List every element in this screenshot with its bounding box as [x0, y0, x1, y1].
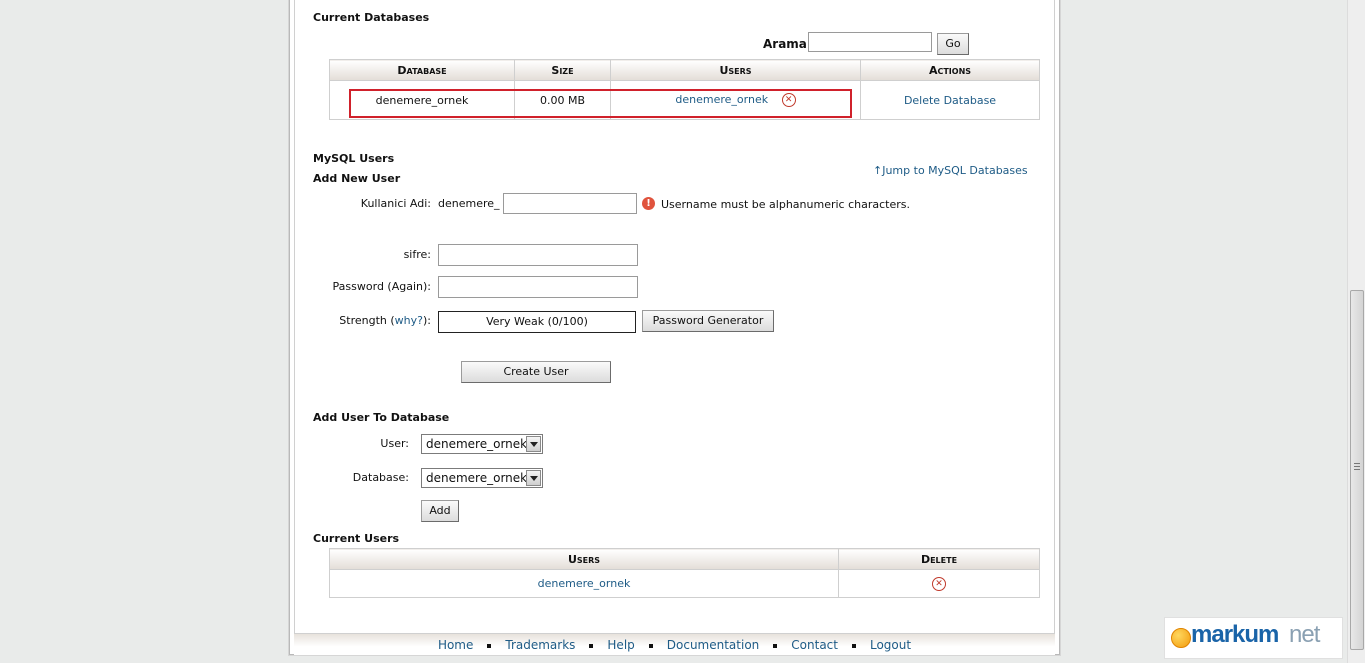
users-header-row: Users Delete — [329, 548, 1040, 570]
password-input[interactable] — [438, 244, 638, 266]
footer: Home Trademarks Help Documentation Contact Lo… — [294, 633, 1055, 655]
user-select-label: User: — [380, 437, 409, 450]
database-select-value: denemere_ornek — [426, 471, 528, 485]
password-label: sifre: — [403, 248, 431, 261]
username-label: Kullanici Adi: — [360, 197, 431, 210]
logo-text-net: net — [1289, 621, 1320, 648]
error-icon: ! — [642, 197, 655, 210]
footer-link-documentation[interactable]: Documentation — [667, 638, 760, 652]
mysql-users-heading: MySQL Users — [313, 152, 395, 165]
users-table: Users Delete denemere_ornek ✕ — [329, 548, 1040, 598]
footer-link-logout[interactable]: Logout — [870, 638, 911, 652]
footer-link-trademarks[interactable]: Trademarks — [505, 638, 575, 652]
jump-link-label: Jump to MySQL Databases — [882, 164, 1028, 177]
username-input[interactable] — [503, 193, 637, 214]
database-select-label: Database: — [352, 471, 409, 484]
content-area: Current Databases Arama Go Database Size… — [294, 0, 1055, 654]
strength-label: Strength (why?): — [311, 314, 431, 327]
search-input[interactable] — [808, 32, 932, 52]
username-error-text: Username must be alphanumeric characters… — [661, 198, 910, 211]
delete-cell: ✕ — [838, 569, 1040, 598]
dropdown-arrow-icon[interactable] — [526, 470, 541, 486]
column-header-actions: Actions — [860, 59, 1040, 81]
strength-label-post: ): — [423, 314, 431, 327]
separator — [851, 643, 856, 648]
user-select-value: denemere_ornek — [426, 437, 528, 451]
delete-user-icon[interactable]: ✕ — [932, 576, 946, 591]
footer-links: Home Trademarks Help Documentation Contact Lo… — [294, 638, 1055, 652]
footer-link-help[interactable]: Help — [607, 638, 634, 652]
footer-link-contact[interactable]: Contact — [791, 638, 838, 652]
search-label: Arama — [763, 37, 807, 51]
logo-text-markum: markum — [1191, 621, 1279, 648]
create-user-button[interactable]: Create User — [461, 361, 611, 383]
vertical-scrollbar[interactable] — [1347, 0, 1365, 663]
why-link[interactable]: why? — [395, 314, 423, 327]
current-databases-heading: Current Databases — [313, 11, 430, 24]
main-panel: Current Databases Arama Go Database Size… — [289, 0, 1060, 655]
dropdown-arrow-icon[interactable] — [526, 436, 541, 452]
markum-net-logo: markum net — [1164, 617, 1343, 659]
strength-label-pre: Strength ( — [339, 314, 395, 327]
add-user-to-db-heading: Add User To Database — [313, 411, 450, 424]
user-select[interactable]: denemere_ornek — [421, 434, 543, 454]
column-header-users: Users — [610, 59, 861, 81]
database-select[interactable]: denemere_ornek — [421, 468, 543, 488]
databases-header-row: Database Size Users Actions — [329, 59, 1040, 81]
actions-cell: Delete Database — [860, 80, 1040, 120]
username-prefix: denemere_ — [438, 197, 500, 210]
add-new-user-heading: Add New User — [313, 172, 401, 185]
globe-icon — [1171, 628, 1191, 648]
password-generator-button[interactable]: Password Generator — [642, 310, 774, 332]
separator — [648, 643, 653, 648]
separator — [773, 643, 778, 648]
delete-database-link[interactable]: Delete Database — [904, 94, 996, 107]
grip-line — [1354, 463, 1360, 464]
user-link[interactable]: denemere_ornek — [538, 577, 631, 590]
password-strength-meter: Very Weak (0/100) — [438, 311, 636, 333]
password-again-input[interactable] — [438, 276, 638, 298]
highlight-box — [349, 89, 852, 118]
add-button[interactable]: Add — [421, 500, 459, 522]
up-arrow-icon: ↑ — [873, 164, 883, 177]
password-again-label: Password (Again): — [332, 280, 431, 293]
column-header-delete: Delete — [838, 548, 1040, 570]
table-row: denemere_ornek ✕ — [329, 569, 1040, 598]
go-button[interactable]: Go — [937, 33, 969, 55]
separator — [487, 643, 492, 648]
jump-to-databases-link[interactable]: ↑Jump to MySQL Databases — [873, 164, 1028, 177]
column-header-users: Users — [329, 548, 839, 570]
scrollbar-thumb[interactable] — [1350, 290, 1364, 650]
separator — [589, 643, 594, 648]
current-users-heading: Current Users — [313, 532, 400, 545]
grip-line — [1354, 466, 1360, 467]
footer-link-home[interactable]: Home — [438, 638, 473, 652]
grip-line — [1354, 469, 1360, 470]
column-header-size: Size — [514, 59, 611, 81]
user-cell: denemere_ornek — [329, 569, 839, 598]
column-header-database: Database — [329, 59, 515, 81]
